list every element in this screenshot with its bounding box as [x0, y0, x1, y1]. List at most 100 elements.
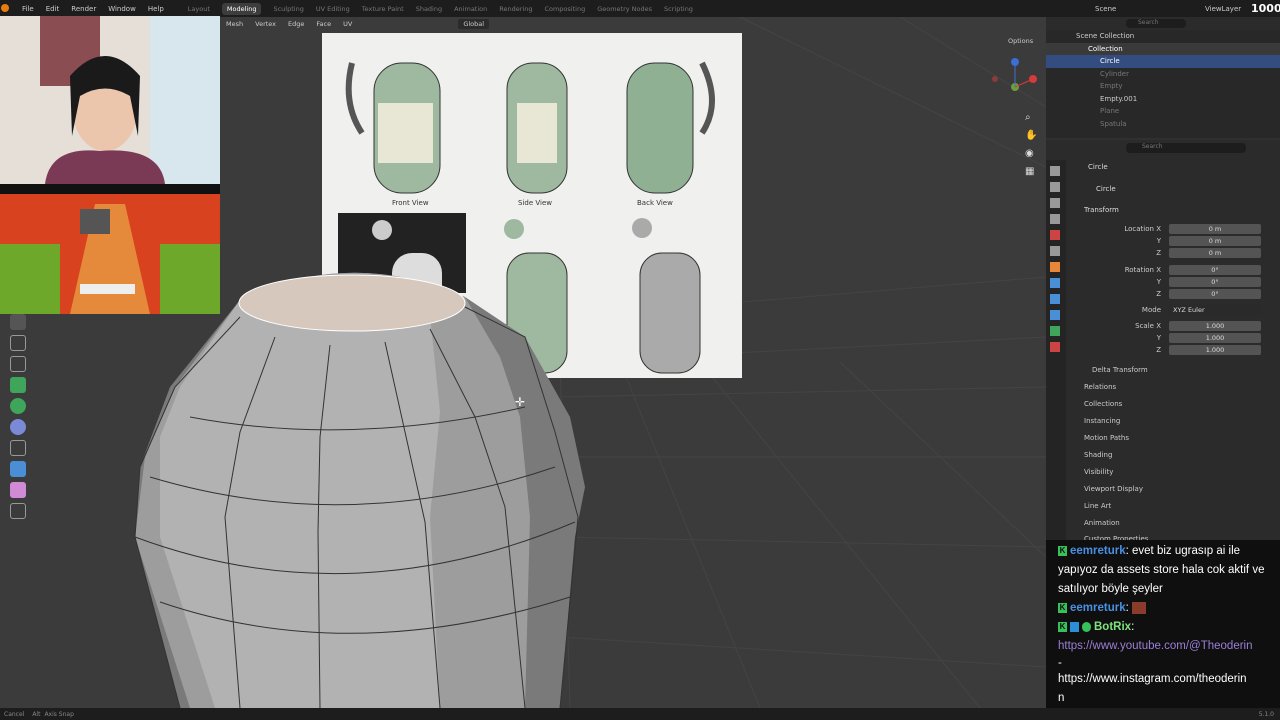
view-layer-tab-icon[interactable]: [1050, 214, 1060, 224]
scale-z-field[interactable]: 1.000: [1169, 345, 1261, 355]
outliner-item-spatula[interactable]: Spatula: [1046, 118, 1280, 131]
tab-rendering[interactable]: Rendering: [499, 5, 532, 13]
status-bar: Cancel Alt Axis Snap 5.1.0: [0, 708, 1280, 720]
spin-tool-icon[interactable]: [10, 461, 26, 477]
delta-transform-panel[interactable]: Delta Transform: [1092, 366, 1148, 374]
tab-shading[interactable]: Shading: [416, 5, 442, 13]
motion-paths-panel[interactable]: Motion Paths: [1084, 434, 1129, 442]
properties-tabs: [1046, 160, 1066, 540]
viewlayer-selector[interactable]: ViewLayer: [1205, 5, 1241, 13]
rotation-y-field[interactable]: 0°: [1169, 277, 1261, 287]
game-capture: [0, 184, 220, 314]
grid-view-icon[interactable]: ▦: [1025, 166, 1039, 180]
outliner-item-plane[interactable]: Plane: [1046, 105, 1280, 118]
properties-search-input[interactable]: Search: [1126, 143, 1246, 153]
chat-text: n: [1058, 692, 1065, 704]
tool-tab-icon[interactable]: [1050, 166, 1060, 176]
bevel-tool-icon[interactable]: [10, 377, 26, 393]
scale-x-label: Scale X: [1135, 322, 1161, 330]
modifier-tab-icon[interactable]: [1050, 278, 1060, 288]
poly-build-tool-icon[interactable]: [10, 440, 26, 456]
menu-edit[interactable]: Edit: [46, 5, 60, 13]
viewport-display-panel[interactable]: Viewport Display: [1084, 485, 1143, 493]
streamer-webcam: [0, 16, 220, 184]
shading-panel[interactable]: Shading: [1084, 451, 1112, 459]
verified-badge-icon: [1082, 621, 1091, 632]
chat-username[interactable]: eemreturk: [1070, 545, 1126, 557]
material-tab-icon[interactable]: [1050, 342, 1060, 352]
blender-logo-icon[interactable]: [0, 3, 16, 15]
outliner-item-empty-001[interactable]: Empty.001: [1046, 93, 1280, 106]
inset-tool-icon[interactable]: [10, 356, 26, 372]
particles-tab-icon[interactable]: [1050, 294, 1060, 304]
tab-animation[interactable]: Animation: [454, 5, 487, 13]
menu-file[interactable]: File: [22, 5, 34, 13]
outliner-search-input[interactable]: Search: [1126, 19, 1186, 28]
tab-texture-paint[interactable]: Texture Paint: [362, 5, 404, 13]
loop-cut-tool-icon[interactable]: [10, 398, 26, 414]
outliner: Scene Collection Collection Circle Cylin…: [1046, 30, 1280, 138]
location-y-field[interactable]: 0 m: [1169, 236, 1261, 246]
scale-z-label: Z: [1156, 346, 1161, 354]
camera-icon[interactable]: ◉: [1025, 148, 1039, 162]
menu-help[interactable]: Help: [148, 5, 164, 13]
tab-modeling[interactable]: Modeling: [221, 2, 262, 15]
collection-row[interactable]: Collection: [1046, 42, 1280, 55]
navigation-gizmo[interactable]: [985, 57, 1045, 117]
scene-selector[interactable]: Scene: [1095, 5, 1116, 13]
instancing-panel[interactable]: Instancing: [1084, 417, 1120, 425]
status-cancel: Cancel: [4, 710, 25, 718]
properties-editor: Search Circle Circle Transform Location …: [1046, 140, 1280, 543]
collections-panel[interactable]: Collections: [1084, 400, 1122, 408]
rotation-x-label: Rotation X: [1124, 266, 1161, 274]
tab-geometry-nodes[interactable]: Geometry Nodes: [597, 5, 652, 13]
chat-link-youtube[interactable]: https://www.youtube.com/@Theoderin: [1058, 637, 1274, 656]
animation-panel[interactable]: Animation: [1084, 519, 1120, 527]
relations-panel[interactable]: Relations: [1084, 383, 1116, 391]
menu-render[interactable]: Render: [71, 5, 96, 13]
chat-username[interactable]: eemreturk: [1070, 602, 1126, 614]
tab-sculpting[interactable]: Sculpting: [273, 5, 303, 13]
object-name-field[interactable]: Circle: [1096, 185, 1116, 193]
scale-y-field[interactable]: 1.000: [1169, 333, 1261, 343]
outliner-item-empty[interactable]: Empty: [1046, 80, 1280, 93]
knife-tool-icon[interactable]: [10, 419, 26, 435]
status-axis-snap: Axis Snap: [44, 710, 74, 718]
tab-scripting[interactable]: Scripting: [664, 5, 693, 13]
tab-compositing[interactable]: Compositing: [544, 5, 585, 13]
rotation-z-field[interactable]: 0°: [1169, 289, 1261, 299]
scene-collection-row[interactable]: Scene Collection: [1046, 30, 1280, 43]
tab-layout[interactable]: Layout: [188, 5, 210, 13]
chat-link-instagram[interactable]: https://www.instagram.com/theoderin: [1058, 670, 1274, 689]
collection-tab-icon[interactable]: [1050, 246, 1060, 256]
shear-tool-icon[interactable]: [10, 503, 26, 519]
select-box-tool-icon[interactable]: [10, 314, 26, 330]
chat-username[interactable]: BotRix: [1094, 621, 1131, 633]
chat-text: -: [1058, 657, 1062, 669]
object-tab-icon[interactable]: [1050, 262, 1060, 272]
output-tab-icon[interactable]: [1050, 198, 1060, 208]
location-z-field[interactable]: 0 m: [1169, 248, 1261, 258]
tab-uv-editing[interactable]: UV Editing: [316, 5, 350, 13]
location-x-field[interactable]: 0 m: [1169, 224, 1261, 234]
chat-message: K BotRix:: [1058, 618, 1274, 637]
rotation-x-field[interactable]: 0°: [1169, 265, 1261, 275]
rotation-y-label: Y: [1156, 278, 1161, 286]
scale-y-label: Y: [1156, 334, 1161, 342]
extrude-tool-icon[interactable]: [10, 335, 26, 351]
render-tab-icon[interactable]: [1050, 182, 1060, 192]
smooth-tool-icon[interactable]: [10, 482, 26, 498]
menu-window[interactable]: Window: [108, 5, 136, 13]
transform-panel-header[interactable]: Transform: [1084, 206, 1119, 214]
scale-x-field[interactable]: 1.000: [1169, 321, 1261, 331]
rotation-mode-dropdown[interactable]: XYZ Euler: [1169, 305, 1261, 315]
data-tab-icon[interactable]: [1050, 326, 1060, 336]
visibility-panel[interactable]: Visibility: [1084, 468, 1113, 476]
outliner-item-cylinder[interactable]: Cylinder: [1046, 68, 1280, 81]
scene-tab-icon[interactable]: [1050, 230, 1060, 240]
physics-tab-icon[interactable]: [1050, 310, 1060, 320]
outliner-item-circle[interactable]: Circle: [1046, 55, 1280, 68]
line-art-panel[interactable]: Line Art: [1084, 502, 1111, 510]
zoom-icon[interactable]: ⌕: [1025, 112, 1039, 126]
pan-hand-icon[interactable]: ✋: [1025, 130, 1039, 144]
